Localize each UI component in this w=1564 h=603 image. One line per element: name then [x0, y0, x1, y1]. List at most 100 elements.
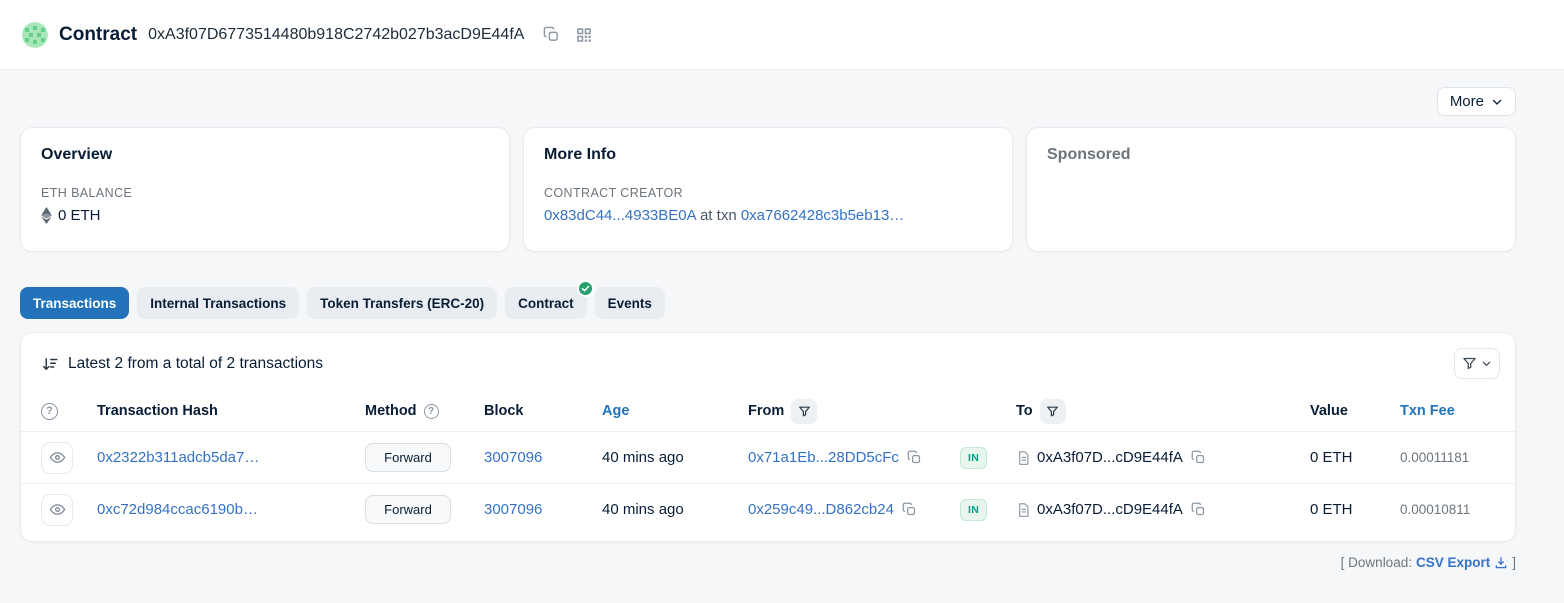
to-cell: 0xA3f07D...cD9E44fA [1016, 500, 1310, 519]
download-row: [ Download: CSV Export ] [20, 555, 1516, 570]
eth-balance-value-row: 0 ETH [41, 207, 489, 224]
from-address-link[interactable]: 0x71a1Eb...28DD5cFc [748, 449, 899, 466]
csv-export-link[interactable]: CSV Export [1416, 555, 1508, 570]
creator-connector-text: at txn [700, 207, 737, 224]
chevron-down-icon [1481, 358, 1492, 369]
value-cell: 0 ETH [1310, 449, 1400, 466]
qr-code-icon[interactable] [573, 24, 595, 46]
csv-export-label: CSV Export [1416, 555, 1490, 570]
txn-fee-cell: 0.00011181 [1400, 450, 1495, 465]
contract-identicon [22, 22, 48, 48]
contract-file-icon [1016, 450, 1031, 466]
tab-contract[interactable]: Contract [505, 287, 587, 319]
block-cell: 3007096 [484, 501, 602, 518]
eye-preview-button[interactable] [41, 494, 73, 526]
tab-events[interactable]: Events [595, 287, 665, 319]
txn-fee-cell: 0.00010811 [1400, 502, 1495, 517]
method-cell: Forward [365, 443, 484, 472]
eth-balance-label: ETH BALANCE [41, 186, 489, 200]
tab-internal-transactions-label: Internal Transactions [150, 296, 286, 311]
tab-token-transfers-label: Token Transfers (ERC-20) [320, 296, 484, 311]
table-summary-text: Latest 2 from a total of 2 transactions [68, 355, 323, 373]
more-button[interactable]: More [1437, 87, 1516, 116]
tab-internal-transactions[interactable]: Internal Transactions [137, 287, 299, 319]
col-age[interactable]: Age [602, 403, 748, 419]
eye-preview-button[interactable] [41, 442, 73, 474]
tab-contract-label: Contract [518, 296, 574, 311]
from-filter-button[interactable] [791, 399, 817, 424]
direction-badge: IN [960, 447, 987, 469]
contract-address: 0xA3f07D6773514480b918C2742b027b3acD9E44… [148, 26, 524, 44]
sponsored-card-title: Sponsored [1047, 146, 1495, 164]
method-badge[interactable]: Forward [365, 495, 451, 524]
col-txn-fee[interactable]: Txn Fee [1400, 403, 1495, 419]
copy-from-icon[interactable] [900, 500, 919, 519]
more-button-label: More [1450, 93, 1484, 110]
txn-hash-cell: 0x2322b311adcb5da7… [97, 449, 365, 466]
more-info-card: More Info CONTRACT CREATOR 0x83dC44...49… [523, 127, 1013, 252]
tab-token-transfers[interactable]: Token Transfers (ERC-20) [307, 287, 497, 319]
copy-to-icon[interactable] [1189, 448, 1208, 467]
col-from-label: From [748, 403, 784, 419]
table-row: 0x2322b311adcb5da7… Forward 3007096 40 m… [21, 431, 1515, 483]
to-cell: 0xA3f07D...cD9E44fA [1016, 448, 1310, 467]
contract-file-icon [1016, 502, 1031, 518]
col-value: Value [1310, 403, 1400, 419]
direction-cell: IN [960, 499, 1016, 521]
copy-from-icon[interactable] [905, 448, 924, 467]
txn-hash-link[interactable]: 0x2322b311adcb5da7… [97, 449, 259, 466]
row-preview-cell [41, 494, 97, 526]
copy-to-icon[interactable] [1189, 500, 1208, 519]
tab-bar: Transactions Internal Transactions Token… [20, 287, 1516, 319]
creator-txn-link[interactable]: 0xa7662428c3b5eb13… [741, 207, 904, 224]
sponsored-card: Sponsored [1026, 127, 1516, 252]
col-transaction-hash: Transaction Hash [97, 403, 365, 419]
age-cell: 40 mins ago [602, 449, 748, 466]
col-age-label: Age [602, 403, 629, 419]
to-address: 0xA3f07D...cD9E44fA [1037, 449, 1183, 466]
table-summary-row: Latest 2 from a total of 2 transactions [21, 333, 1515, 391]
to-filter-button[interactable] [1040, 399, 1066, 424]
col-to-label: To [1016, 403, 1033, 419]
help-icon: ? [41, 403, 58, 420]
copy-address-icon[interactable] [541, 24, 562, 45]
tab-transactions[interactable]: Transactions [20, 287, 129, 319]
col-block: Block [484, 403, 602, 419]
from-address-link[interactable]: 0x259c49...D862cb24 [748, 501, 894, 518]
from-cell: 0x71a1Eb...28DD5cFc [748, 448, 960, 467]
ethereum-icon [41, 207, 52, 224]
col-method: Method ? [365, 403, 484, 419]
txn-hash-cell: 0xc72d984ccac6190b… [97, 501, 365, 518]
col-help: ? [41, 403, 97, 420]
page-title: Contract [59, 24, 137, 46]
col-to: To [1016, 399, 1310, 424]
block-link[interactable]: 3007096 [484, 501, 542, 518]
page-header: Contract 0xA3f07D6773514480b918C2742b027… [0, 0, 1564, 70]
contract-creator-label: CONTRACT CREATOR [544, 186, 992, 200]
sort-descending-icon [41, 355, 59, 373]
info-cards: Overview ETH BALANCE 0 ETH More Info CON… [20, 127, 1516, 252]
from-cell: 0x259c49...D862cb24 [748, 500, 960, 519]
actions-row: More [20, 87, 1516, 116]
table-row: 0xc72d984ccac6190b… Forward 3007096 40 m… [21, 483, 1515, 535]
col-txn-fee-label: Txn Fee [1400, 403, 1455, 419]
txn-hash-link[interactable]: 0xc72d984ccac6190b… [97, 501, 258, 518]
block-link[interactable]: 3007096 [484, 449, 542, 466]
value-cell: 0 ETH [1310, 501, 1400, 518]
method-badge[interactable]: Forward [365, 443, 451, 472]
direction-cell: IN [960, 447, 1016, 469]
main-content: More Overview ETH BALANCE 0 ETH [20, 87, 1516, 570]
table-filter-button[interactable] [1454, 348, 1500, 379]
method-help-icon: ? [424, 404, 439, 419]
overview-card-title: Overview [41, 146, 489, 164]
transactions-panel: Latest 2 from a total of 2 transactions … [20, 332, 1516, 542]
col-method-label: Method [365, 403, 417, 419]
more-info-card-title: More Info [544, 146, 992, 164]
chevron-down-icon [1491, 96, 1503, 108]
creator-address-link[interactable]: 0x83dC44...4933BE0A [544, 207, 696, 224]
table-summary: Latest 2 from a total of 2 transactions [41, 355, 323, 373]
funnel-icon [1462, 356, 1477, 371]
verified-check-icon [577, 280, 594, 297]
block-cell: 3007096 [484, 449, 602, 466]
overview-card: Overview ETH BALANCE 0 ETH [20, 127, 510, 252]
